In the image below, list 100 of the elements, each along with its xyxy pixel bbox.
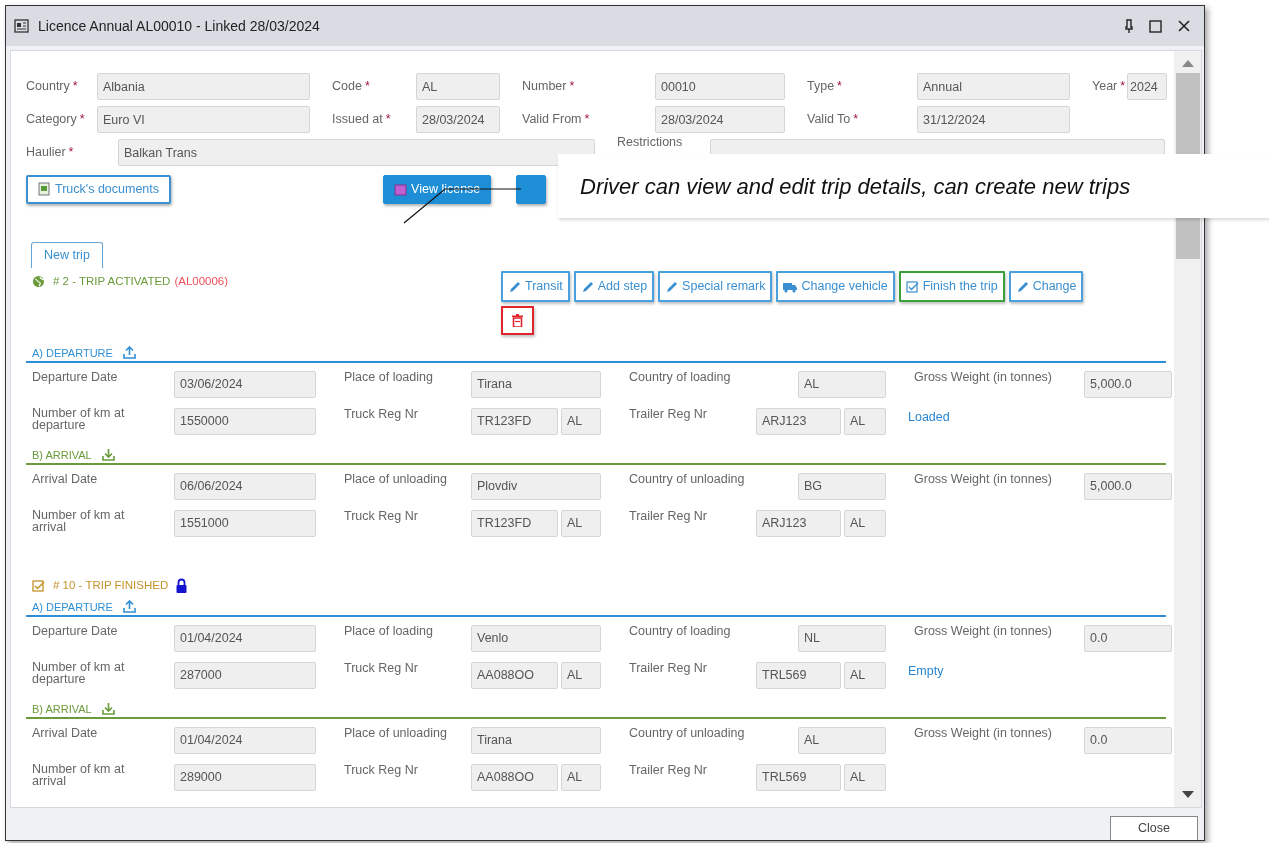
new-trip-tab[interactable]: New trip	[31, 242, 103, 268]
delete-button[interactable]	[501, 305, 534, 335]
trip-status: # 2 - TRIP ACTIVATED	[53, 274, 171, 290]
documents-button[interactable]: Truck's documents	[26, 174, 172, 204]
input-field[interactable]: 31/12/2024	[917, 106, 1070, 133]
input-field[interactable]: 5,000.0	[1084, 370, 1172, 398]
field-label: Trailer Reg Nr	[628, 763, 709, 777]
trip-action-button[interactable]: Finish the trip	[898, 270, 1005, 302]
close-button[interactable]: Close	[1110, 816, 1198, 840]
pencil-icon	[508, 279, 521, 293]
field-label: Issued at	[332, 112, 383, 127]
field-label: Gross Weight (in tonnes)	[913, 370, 1054, 384]
field-label: Number of km at arrival	[31, 763, 126, 788]
field-label: Country	[26, 79, 70, 94]
input-field[interactable]: AL	[844, 661, 886, 689]
input-field[interactable]: TR123FD	[471, 407, 558, 435]
section-title: B) ARRIVAL	[31, 447, 92, 463]
field-label: Type	[807, 79, 835, 94]
input-field[interactable]: 0.0	[1084, 726, 1172, 754]
input-field[interactable]: AL	[844, 407, 886, 435]
calendar-icon	[394, 182, 408, 196]
input-field[interactable]: Euro VI	[97, 106, 310, 133]
input-field[interactable]: 0.0	[1084, 624, 1172, 652]
load-status-link[interactable]: Empty	[908, 661, 944, 681]
upload-icon	[122, 600, 136, 614]
input-field[interactable]: AL	[561, 661, 601, 689]
field-label: Departure Date	[31, 370, 119, 384]
input-field[interactable]: 01/04/2024	[174, 624, 316, 652]
trip-status: # 10 - TRIP FINISHED	[53, 578, 169, 594]
input-field[interactable]: 03/06/2024	[174, 370, 316, 398]
field-label: Truck Reg Nr	[343, 407, 419, 421]
input-field[interactable]: Balkan Trans	[118, 139, 595, 166]
input-field[interactable]: AL	[844, 509, 886, 537]
partly-hidden-button[interactable]	[516, 174, 547, 204]
field-label: Year	[1092, 79, 1118, 94]
trip-action-button[interactable]: Transit	[501, 270, 570, 302]
field-label: Valid From	[522, 112, 582, 127]
input-field[interactable]: 06/06/2024	[174, 472, 316, 500]
input-field[interactable]: 289000	[174, 763, 316, 791]
required-mark: *	[569, 79, 575, 94]
field-label: Trailer Reg Nr	[628, 509, 709, 523]
field-label: Place of loading	[343, 370, 434, 384]
trip-action-button[interactable]: Special remark	[658, 270, 773, 302]
input-field[interactable]: Tirana	[471, 370, 601, 398]
field-label: Place of loading	[343, 624, 434, 638]
checkbox-icon	[32, 579, 45, 593]
input-field[interactable]: NL	[798, 624, 886, 652]
input-field[interactable]: 28/03/2024	[416, 106, 500, 133]
trip-action-button[interactable]: Add step	[573, 270, 655, 302]
input-field[interactable]: AL	[416, 73, 500, 100]
input-field[interactable]: 1550000	[174, 407, 316, 435]
input-field[interactable]: AL	[844, 763, 886, 791]
input-field[interactable]: Plovdiv	[471, 472, 601, 500]
maximize-icon	[1149, 19, 1162, 33]
input-field[interactable]: AA088OO	[471, 661, 558, 689]
required-mark: *	[837, 79, 842, 94]
input-field[interactable]: 28/03/2024	[655, 106, 785, 133]
input-field[interactable]: BG	[798, 472, 886, 500]
input-field[interactable]: ARJ123	[756, 407, 841, 435]
input-field[interactable]: 5,000.0	[1084, 472, 1172, 500]
input-field[interactable]: ARJ123	[756, 509, 841, 537]
field-label: Number	[522, 79, 567, 94]
input-field[interactable]: Albania	[97, 73, 310, 100]
input-field[interactable]: 00010	[655, 73, 785, 100]
trash-icon	[512, 313, 523, 327]
field-label: Trailer Reg Nr	[628, 407, 709, 421]
field-label: Country of unloading	[628, 726, 746, 740]
close-icon	[1178, 20, 1190, 32]
input-field[interactable]: TRL569	[756, 763, 841, 791]
input-field[interactable]: Tirana	[471, 726, 601, 754]
input-field[interactable]: 287000	[174, 661, 316, 689]
input-field[interactable]: Annual	[917, 73, 1070, 100]
input-field[interactable]: 1551000	[174, 509, 316, 537]
input-field[interactable]: AA088OO	[471, 763, 558, 791]
field-label: Truck Reg Nr	[343, 509, 419, 523]
field-label: Country of loading	[628, 624, 732, 638]
trip-action-button[interactable]: Change vehicle	[776, 270, 895, 302]
input-field[interactable]: AL	[561, 763, 601, 791]
input-field[interactable]: Venlo	[471, 624, 601, 652]
field-label: Number of km at arrival	[31, 509, 126, 534]
window-title: Licence Annual AL00010 - Linked 28/03/2024	[38, 16, 320, 36]
input-field[interactable]: TRL569	[756, 661, 841, 689]
field-label: Restrictions	[617, 134, 684, 151]
trip-action-button[interactable]: Change	[1008, 270, 1084, 302]
input-field[interactable]: AL	[561, 407, 601, 435]
field-label: Truck Reg Nr	[343, 661, 419, 675]
pencil-icon	[665, 279, 679, 293]
input-field[interactable]: TR123FD	[471, 509, 558, 537]
input-field[interactable]: AL	[798, 370, 886, 398]
load-status-link[interactable]: Loaded	[908, 407, 950, 427]
input-field[interactable]: AL	[561, 509, 601, 537]
section-title: A) DEPARTURE	[31, 599, 113, 615]
view-license-button[interactable]: View license	[383, 174, 492, 204]
input-field[interactable]: 01/04/2024	[174, 726, 316, 754]
field-label: Valid To	[807, 112, 851, 127]
scroll-down-icon	[1181, 791, 1194, 799]
annotation-tooltip: Driver can view and edit trip details, can create new trips	[558, 154, 1269, 218]
input-field[interactable]: AL	[798, 726, 886, 754]
download-icon	[101, 702, 115, 716]
input-field[interactable]: 2024	[1127, 73, 1167, 100]
